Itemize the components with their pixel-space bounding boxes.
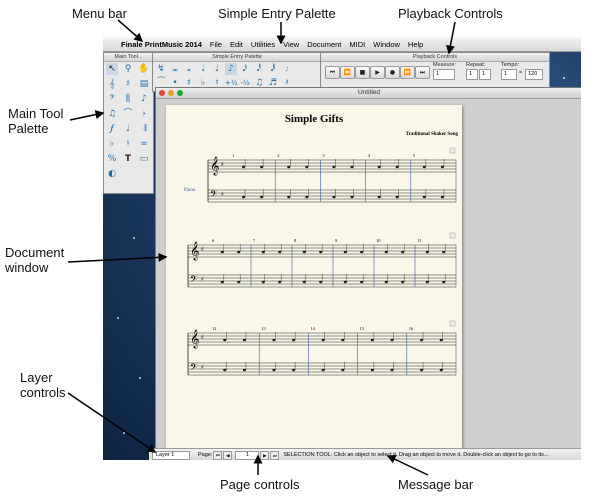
arrow-layer [67, 392, 157, 453]
arrow-main-tool [69, 110, 105, 121]
callout-arrows [67, 19, 456, 476]
arrow-message [386, 455, 429, 476]
arrow-playback [446, 21, 456, 55]
arrow-document-window [67, 252, 168, 263]
arrow-menu-bar [117, 19, 144, 42]
